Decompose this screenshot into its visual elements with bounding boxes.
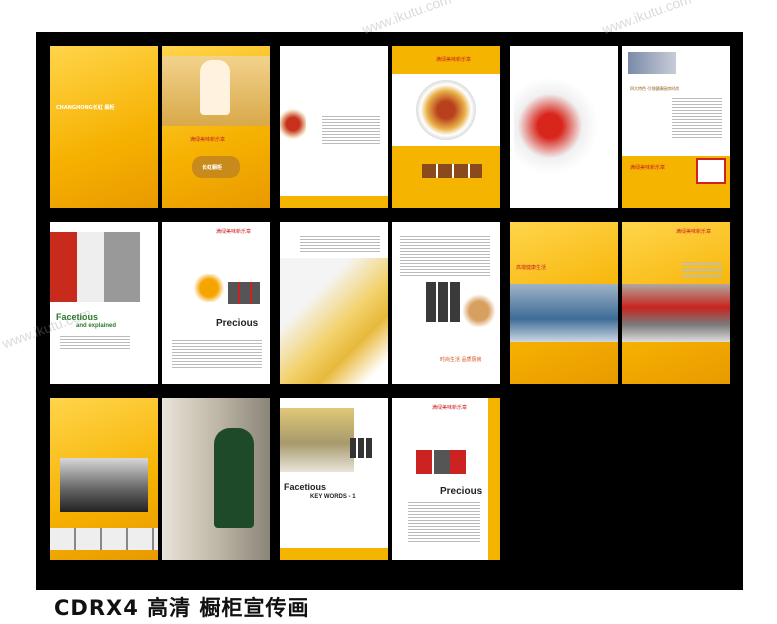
spread-blue-kitchen: 高端健康生活 满绿美味新乐章: [510, 222, 730, 384]
woman-figure: [214, 428, 254, 528]
body-text-block: [60, 336, 130, 350]
yellow-footer-bar: [280, 548, 388, 560]
health-tag: 四大特色 引领健康厨房时尚: [630, 86, 680, 91]
body-text-block: [682, 262, 722, 280]
woman-figure: [200, 60, 230, 115]
kitchen-tag: 高端健康生活: [516, 265, 547, 271]
kitchen-collage: [50, 232, 140, 302]
cherries-photo: [514, 66, 604, 186]
slogan-text: 满绿美味新乐章: [436, 57, 472, 63]
cherries-right-page: 四大特色 引领健康厨房时尚 满绿美味新乐章: [622, 46, 730, 208]
body-text-block: [408, 502, 480, 542]
food-thumbnails: [422, 164, 482, 178]
pasta-right-page: 满绿美味新乐章: [392, 46, 500, 208]
orange-photo: [192, 274, 226, 302]
spread-key-words: Facetious KEY WORDS - 1 满绿美味新乐章 Precious: [280, 398, 500, 560]
cover-back-page: 满绿美味新乐章 长虹橱柜: [162, 46, 270, 208]
steel-kitchen-photo: [60, 458, 148, 512]
yellow-side-bar: [488, 398, 500, 560]
woman-kitchen-right-page: [162, 398, 270, 560]
kitchen-thumbnails: [50, 528, 158, 550]
kitchen-thumbnail: [628, 52, 676, 74]
cover-page: CHANGHONG长虹 橱柜: [50, 46, 158, 208]
pasta-plate-photo: [416, 80, 476, 140]
yellow-footer-bar: [280, 196, 388, 208]
body-text-block: [672, 98, 722, 138]
slogan-text: 满绿美味新乐章: [676, 229, 712, 235]
slogan-text: 满绿美味新乐章: [432, 405, 468, 411]
red-kitchen-right-page: 满绿美味新乐章: [622, 222, 730, 384]
kitchen-grid-thumbs: [426, 282, 462, 322]
body-text-block: [172, 340, 262, 370]
brand-logo: CHANGHONG长虹 橱柜: [56, 105, 115, 111]
precious-right-page: 满绿美味新乐章 Precious: [392, 398, 500, 560]
precious-right-page: 满绿美味新乐章 Precious: [162, 222, 270, 384]
brochure-board: CHANGHONG长虹 橱柜 满绿美味新乐章 长虹橱柜 满绿美味新乐章 四大特色…: [36, 32, 743, 590]
body-text-block: [300, 236, 380, 252]
slogan-text: 满绿美味新乐章: [630, 165, 666, 171]
spread-facetious: Facetious and explained 满绿美味新乐章 Precious: [50, 222, 270, 384]
pasta-left-page: [280, 46, 388, 208]
red-cabinet-photos: [416, 450, 468, 474]
spread-woman-kitchen: [50, 398, 270, 560]
caption-text: CDRX4 高清 橱柜宣传画: [54, 596, 310, 620]
bread-photo: [462, 294, 496, 328]
gift-box-photo: [696, 158, 726, 184]
and-explained-text: and explained: [76, 323, 117, 329]
spread-cover: CHANGHONG长虹 橱柜 满绿美味新乐章 长虹橱柜: [50, 46, 270, 208]
fashion-tag: 时尚生活 品质厨房: [440, 357, 482, 363]
cherries-left-page: [510, 46, 618, 208]
key-words-text: KEY WORDS - 1: [310, 494, 356, 500]
slogan-text: 满绿美味新乐章: [216, 229, 252, 235]
slogan-text: 满绿美味新乐章: [190, 137, 226, 143]
blue-kitchen-photo: [510, 284, 618, 342]
body-text-block: [400, 236, 490, 276]
spread-pasta: 满绿美味新乐章: [280, 46, 500, 208]
blue-kitchen-left-page: 高端健康生活: [510, 222, 618, 384]
spaghetti-left-page: [280, 222, 388, 384]
square-thumbs: [350, 438, 372, 458]
product-thumbnails: [228, 282, 260, 304]
badge-text: 长虹橱柜: [202, 165, 223, 171]
spaghetti-right-page: 时尚生活 品质厨房: [392, 222, 500, 384]
red-kitchen-photo: [622, 284, 730, 342]
steel-kitchen-left-page: [50, 398, 158, 560]
spread-spaghetti: 时尚生活 品质厨房: [280, 222, 500, 384]
key-words-left-page: Facetious KEY WORDS - 1: [280, 398, 388, 560]
dishes-pasta-photo: [280, 258, 388, 384]
body-text-block: [322, 116, 380, 146]
facetious-left-page: Facetious and explained: [50, 222, 158, 384]
kitchen-hall-photo: [280, 408, 354, 472]
sauce-bowl-photo: [280, 106, 306, 142]
spread-cherries: 四大特色 引领健康厨房时尚 满绿美味新乐章: [510, 46, 730, 208]
precious-heading: Precious: [216, 318, 259, 329]
precious-heading: Precious: [440, 486, 483, 497]
facetious-heading: Facetious: [284, 482, 327, 492]
